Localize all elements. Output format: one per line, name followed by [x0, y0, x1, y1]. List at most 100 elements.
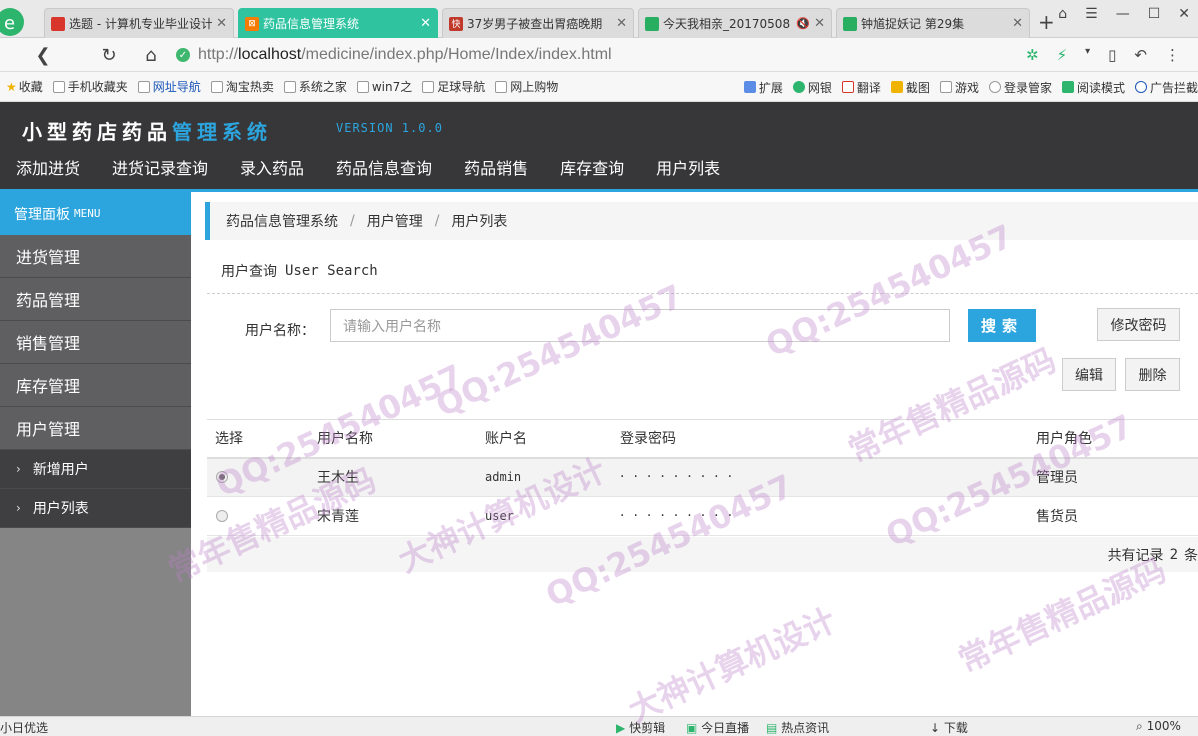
browser-tab-1[interactable]: ⊠ 药品信息管理系统 ✕ — [238, 8, 438, 38]
tab-favicon-icon — [843, 16, 857, 31]
close-window-icon[interactable]: ✕ — [1178, 6, 1190, 22]
breadcrumb-separator: / — [350, 213, 355, 229]
tab-favicon-icon — [645, 16, 659, 31]
maximize-icon[interactable]: ☐ — [1148, 6, 1161, 22]
browser-tab-0[interactable]: 选题 - 计算机专业毕业设计 ✕ — [44, 8, 234, 38]
breadcrumb-item[interactable]: 用户管理 — [367, 211, 423, 231]
status-item[interactable]: ↓ 下载 — [930, 719, 968, 736]
column-header: 选择 — [207, 419, 317, 459]
main-content: 药品信息管理系统 / 用户管理 / 用户列表 用户查询 User Search 用… — [191, 192, 1198, 716]
sidebar-empty-area — [0, 528, 191, 716]
change-password-button[interactable]: 修改密码 — [1097, 308, 1180, 341]
breadcrumb: 药品信息管理系统 / 用户管理 / 用户列表 — [205, 202, 1198, 240]
sidebar-item-sales[interactable]: 销售管理 — [0, 321, 191, 364]
phone-icon[interactable]: ▯ — [1108, 46, 1116, 64]
extension-item[interactable]: 游戏 — [939, 79, 979, 96]
status-item[interactable]: ▣ 今日直播 — [686, 719, 749, 736]
addressbar-right-tools: ✲ ⚡ ▾ ▯ ↶ ⋮ — [1026, 46, 1180, 64]
sidebar-item-drugs[interactable]: 药品管理 — [0, 278, 191, 321]
bookmark-item[interactable]: 网上购物 — [495, 78, 558, 95]
bookmark-item[interactable]: 网址导航 — [137, 78, 201, 95]
page-icon — [210, 80, 223, 93]
top-nav-purchase-records[interactable]: 进货记录查询 — [96, 156, 224, 188]
search-input[interactable] — [330, 309, 950, 342]
menu-icon[interactable]: ☰ — [1085, 6, 1098, 22]
top-nav-stock-query[interactable]: 库存查询 — [544, 156, 640, 188]
extension-item[interactable]: 扩展 — [743, 79, 783, 96]
url-field[interactable]: ✓ http://localhost/medicine/index.php/Ho… — [176, 42, 1016, 68]
app-header: 小型药店药品管理系统 VERSION 1.0.0 添加进货 进货记录查询 录入药… — [0, 102, 1198, 190]
window-controls: ⌂ ☰ — ☐ ✕ — [1058, 6, 1190, 22]
bookmark-item[interactable]: 系统之家 — [283, 78, 347, 95]
tab-mute-icon[interactable]: 🔇 — [796, 17, 810, 30]
lightning-icon[interactable]: ⚡ — [1057, 46, 1068, 64]
table-row[interactable]: 宋青莲 user ········· 售货员 — [207, 496, 1198, 536]
zoom-level[interactable]: ⌕ 100% — [1136, 719, 1181, 734]
status-left-text[interactable]: 小日优选 — [0, 719, 48, 736]
page-icon — [137, 80, 150, 93]
new-tab-button[interactable]: + — [1038, 10, 1055, 34]
tab-title: 37岁男子被查出胃癌晚期 — [467, 17, 603, 31]
tab-close-icon[interactable]: ✕ — [1012, 16, 1023, 31]
browser-tab-3[interactable]: 今天我相亲_20170508 🔇 ✕ — [638, 8, 832, 38]
star-icon: ★ — [6, 79, 17, 94]
minimize-icon[interactable]: — — [1116, 6, 1130, 22]
more-icon[interactable]: ⋮ — [1165, 46, 1180, 64]
reload-icon[interactable]: ↻ — [98, 44, 120, 66]
tab-title: 钟馗捉妖记 第29集 — [861, 17, 965, 31]
address-bar: ❮ ↻ ⌂ ✓ http://localhost/medicine/index.… — [0, 38, 1198, 72]
edit-button[interactable]: 编辑 — [1062, 358, 1116, 391]
sidebar-subitem-user-list[interactable]: › 用户列表 — [0, 489, 191, 528]
extension-item[interactable]: 广告拦截 — [1134, 79, 1198, 96]
breadcrumb-item[interactable]: 药品信息管理系统 — [226, 211, 338, 231]
status-item[interactable]: ▶ 快剪辑 — [616, 719, 665, 736]
browser-logo-icon[interactable]: e — [0, 4, 30, 38]
tab-favicon-icon: 快 — [449, 16, 463, 31]
sidebar-item-purchase[interactable]: 进货管理 — [0, 235, 191, 278]
sidebar-header: 管理面板 MENU — [0, 192, 191, 235]
zoom-icon: ⌕ — [1136, 719, 1143, 733]
tab-close-icon[interactable]: ✕ — [420, 16, 431, 31]
dropdown-chevron-icon[interactable]: ▾ — [1085, 46, 1090, 64]
home-icon[interactable]: ⌂ — [140, 44, 162, 66]
bookmark-item[interactable]: 足球导航 — [422, 78, 485, 95]
bookmark-item[interactable]: ★ 收藏 — [6, 78, 43, 95]
extension-item[interactable]: 网银 — [792, 79, 832, 96]
bookmark-item[interactable]: 手机收藏夹 — [52, 78, 128, 95]
extension-item[interactable]: 截图 — [890, 79, 930, 96]
speed-mode-icon[interactable]: ✲ — [1026, 46, 1039, 64]
row-radio[interactable] — [216, 510, 228, 522]
search-button[interactable]: 搜索 — [968, 309, 1036, 342]
tab-close-icon[interactable]: ✕ — [814, 16, 825, 31]
sidebar-item-stock[interactable]: 库存管理 — [0, 364, 191, 407]
tab-close-icon[interactable]: ✕ — [216, 16, 227, 31]
row-radio[interactable] — [216, 471, 228, 484]
svg-text:e: e — [4, 13, 15, 34]
top-nav-add-purchase[interactable]: 添加进货 — [0, 156, 96, 188]
top-nav-drug-sales[interactable]: 药品销售 — [448, 156, 544, 188]
browser-tab-bar: e 选题 - 计算机专业毕业设计 ✕ ⊠ 药品信息管理系统 ✕ 快 37岁男子被… — [0, 0, 1198, 38]
status-item[interactable]: ▤ 热点资讯 — [766, 719, 829, 736]
bookmark-item[interactable]: 淘宝热卖 — [210, 78, 274, 95]
browser-tab-4[interactable]: 钟馗捉妖记 第29集 ✕ — [836, 8, 1030, 38]
top-nav-enter-drug[interactable]: 录入药品 — [224, 156, 320, 188]
cell-password: ········· — [620, 457, 1036, 497]
bookmark-item[interactable]: win7之 — [356, 78, 412, 95]
screenshot-icon — [890, 81, 903, 93]
delete-button[interactable]: 删除 — [1125, 358, 1180, 391]
news-icon: ▤ — [766, 721, 778, 735]
skin-icon[interactable]: ⌂ — [1058, 6, 1067, 22]
table-row[interactable]: 王木生 admin ········· 管理员 — [207, 457, 1198, 497]
browser-tab-2[interactable]: 快 37岁男子被查出胃癌晚期 ✕ — [442, 8, 634, 38]
top-nav-user-list[interactable]: 用户列表 — [640, 156, 736, 188]
sidebar-item-users[interactable]: 用户管理 — [0, 407, 191, 450]
back-arrow-icon[interactable]: ❮ — [32, 44, 54, 66]
extension-item[interactable]: 翻译 — [841, 79, 881, 96]
tab-close-icon[interactable]: ✕ — [616, 16, 627, 31]
sidebar-subitem-add-user[interactable]: › 新增用户 — [0, 450, 191, 489]
top-nav-drug-info[interactable]: 药品信息查询 — [320, 156, 448, 188]
extension-item[interactable]: 登录管家 — [988, 79, 1052, 96]
breadcrumb-item: 用户列表 — [451, 214, 508, 230]
extension-item[interactable]: 阅读模式 — [1061, 79, 1125, 96]
undo-icon[interactable]: ↶ — [1134, 46, 1147, 64]
